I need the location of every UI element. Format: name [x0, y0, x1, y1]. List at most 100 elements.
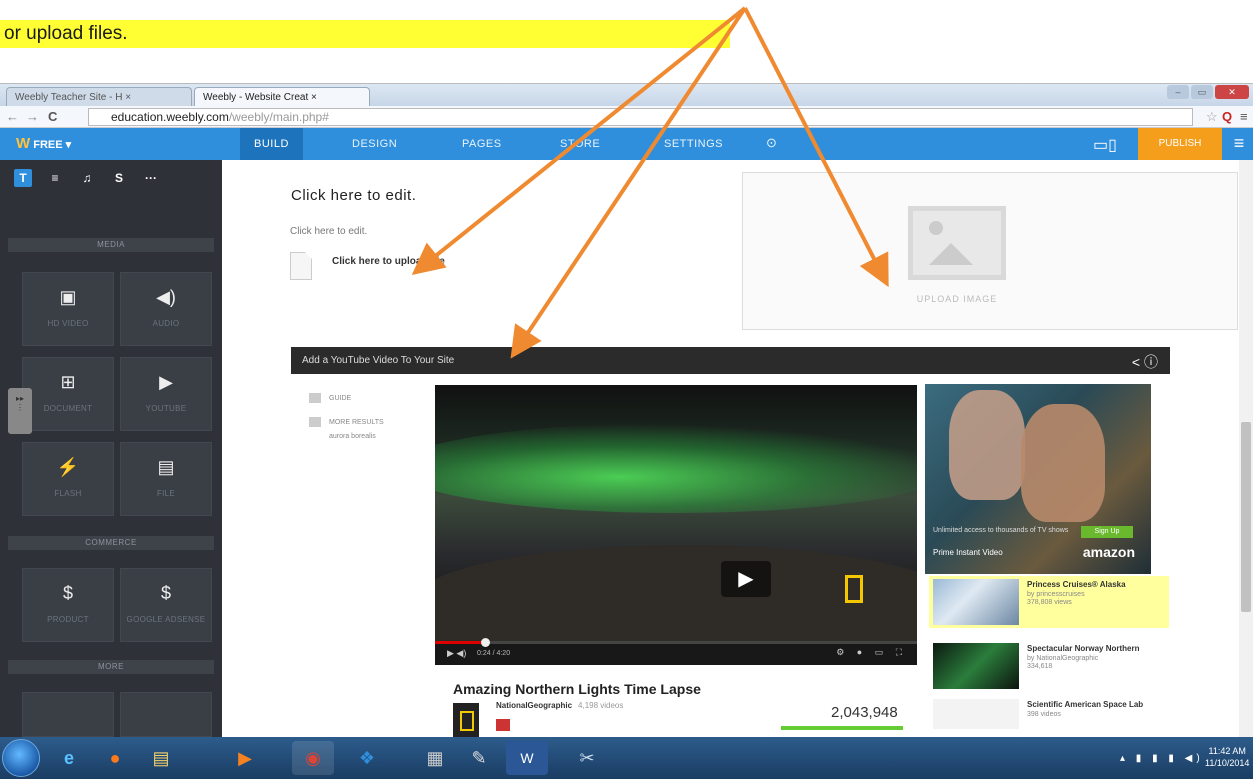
youtube-embed-header[interactable]: Add a YouTube Video To Your Site < ⓘ — [291, 347, 1170, 374]
related-video[interactable]: Princess Cruises® Alaska by princesscrui… — [929, 576, 1169, 628]
system-tray-icons[interactable]: ▴ ▮ ▮ ▮ ◀) — [1120, 753, 1204, 764]
internet-explorer-icon[interactable]: e — [48, 741, 90, 775]
document-element[interactable]: ⊞ DOCUMENT — [22, 357, 114, 431]
sidebar-collapse-handle[interactable]: ▸▸ ⋮ — [8, 388, 32, 434]
more-results-item[interactable]: MORE RESULTS aurora borealis — [309, 416, 384, 444]
browser-tab-teacher-site[interactable]: Weebly Teacher Site - H × — [6, 87, 192, 106]
channel-name[interactable]: NationalGeographic 4,198 videos — [496, 701, 623, 710]
page-paragraph[interactable]: Click here to edit. — [290, 226, 367, 237]
forward-icon[interactable]: → — [26, 109, 39, 124]
audio-element[interactable]: ◀) AUDIO — [120, 272, 212, 346]
channel-avatar[interactable] — [453, 703, 479, 737]
file-upload-icon[interactable] — [290, 252, 312, 280]
play-button-icon[interactable]: ▶ — [721, 561, 771, 597]
ad-image — [1021, 404, 1105, 522]
video-player[interactable]: ▶ ▶ ◀) 0:24 / 4:20 ⚙ ● ▭ ⛶ — [435, 385, 917, 665]
hamburger-menu-icon[interactable]: ≡ — [1225, 128, 1253, 160]
close-icon[interactable]: ✕ — [1215, 85, 1249, 99]
view-count: 2,043,948 — [831, 704, 898, 721]
browser-menu-icon[interactable]: ≡ — [1240, 109, 1248, 124]
instruction-caption: or upload files. — [0, 0, 1253, 48]
tab-design[interactable]: DESIGN — [352, 138, 397, 150]
ad-prime: Prime Instant Video — [933, 548, 1003, 557]
tab-label: Weebly Teacher Site - H — [15, 92, 123, 103]
tile-label: YOUTUBE — [145, 404, 187, 413]
paint-icon[interactable]: ✎ — [458, 741, 500, 775]
help-icon[interactable]: ⊙ — [766, 135, 777, 151]
video-progress-bar[interactable] — [435, 638, 917, 647]
aurora-image — [435, 423, 917, 513]
related-video[interactable]: Spectacular Norway Northern by NationalG… — [929, 640, 1169, 692]
hd-video-element[interactable]: ▣ HD VIDEO — [22, 272, 114, 346]
text-category-icon[interactable]: T — [14, 169, 32, 187]
more-category-icon[interactable]: ··· — [142, 169, 160, 187]
file-explorer-icon[interactable]: ▤ — [140, 741, 182, 775]
back-icon[interactable]: ← — [6, 109, 19, 124]
clock-time: 11:42 AM — [1208, 746, 1246, 756]
google-adsense-icon: $ — [160, 583, 171, 603]
media-player-icon[interactable]: ▶ — [224, 741, 266, 775]
player-settings-icons[interactable]: ⚙ ● ▭ ⛶ — [836, 647, 907, 658]
weebly-topbar: W FREE ▾ BUILD DESIGN PAGES STORE SETTIN… — [0, 128, 1253, 160]
file-element[interactable]: ▤ FILE — [120, 442, 212, 516]
app-icon[interactable]: ▦ — [414, 741, 456, 775]
taskbar-clock[interactable]: 11:42 AM 11/10/2014 — [1205, 745, 1249, 769]
image-upload-placeholder[interactable]: UPLOAD IMAGE — [742, 172, 1238, 330]
minimize-icon[interactable]: – — [1167, 85, 1189, 99]
subscribe-button[interactable] — [496, 719, 510, 731]
chrome-icon[interactable]: ◉ — [292, 741, 334, 775]
firefox-icon[interactable]: ● — [94, 741, 136, 775]
bookmark-star-icon[interactable]: ☆ — [1206, 109, 1218, 125]
video-title[interactable]: Amazing Northern Lights Time Lapse — [453, 681, 701, 697]
page-heading[interactable]: Click here to edit. — [291, 187, 416, 204]
word-icon[interactable]: W — [506, 741, 548, 775]
window-controls: – ▭ ✕ — [1167, 85, 1249, 99]
tab-build[interactable]: BUILD — [240, 128, 303, 160]
flash-element[interactable]: ⚡ FLASH — [22, 442, 114, 516]
media-category-icon[interactable]: ♫ — [78, 169, 96, 187]
related-title: Princess Cruises® Alaska — [1027, 580, 1126, 589]
file-upload-link[interactable]: Click here to upload file — [332, 256, 445, 267]
google-adsense-element[interactable]: $ GOOGLE ADSENSE — [120, 568, 212, 642]
device-preview-icon[interactable]: ▭▯ — [1093, 135, 1117, 155]
tab-pages[interactable]: PAGES — [462, 138, 502, 150]
weebly-plan-menu[interactable]: W FREE ▾ — [16, 135, 71, 152]
youtube-element[interactable]: ▶ YOUTUBE — [120, 357, 212, 431]
url-field[interactable]: education.weebly.com/weebly/main.php# — [88, 108, 1193, 126]
tab-settings[interactable]: SETTINGS — [664, 138, 723, 150]
ad-signup-button[interactable]: Sign Up — [1081, 526, 1133, 538]
amazon-ad[interactable]: Unlimited access to thousands of TV show… — [925, 384, 1151, 574]
guide-icon — [309, 393, 321, 404]
related-by: by NationalGeographic — [1027, 655, 1099, 662]
commerce-category-icon[interactable]: S — [110, 169, 128, 187]
caption-text: or upload files. — [4, 23, 128, 44]
maximize-icon[interactable]: ▭ — [1191, 85, 1213, 99]
start-button-icon[interactable] — [2, 739, 40, 777]
channel-label: NationalGeographic — [496, 701, 573, 710]
more-element-partial[interactable] — [22, 692, 114, 737]
tab-store[interactable]: STORE — [560, 138, 600, 150]
dropbox-icon[interactable]: ❖ — [346, 741, 388, 775]
caption-highlight: or upload files. — [0, 20, 730, 48]
browser-tab-bar: Weebly Teacher Site - H × Weebly - Websi… — [0, 84, 1253, 106]
related-thumbnail — [933, 643, 1019, 689]
hd-video-icon: ▣ — [59, 287, 77, 307]
canvas-scrollbar[interactable] — [1239, 160, 1253, 737]
product-element[interactable]: $ PRODUCT — [22, 568, 114, 642]
url-path: /weebly/main.php# — [228, 110, 329, 124]
progress-handle[interactable] — [481, 638, 491, 647]
scrollbar-thumb[interactable] — [1241, 422, 1251, 612]
more-element-partial[interactable] — [120, 692, 212, 737]
upload-image-label: UPLOAD IMAGE — [916, 294, 998, 304]
play-pause-icon[interactable]: ▶ ◀) — [447, 648, 466, 659]
guide-item[interactable]: GUIDE — [309, 392, 384, 406]
reload-icon[interactable]: C — [48, 109, 57, 124]
related-video[interactable]: Scientific American Space Lab 398 videos — [929, 696, 1169, 736]
layout-category-icon[interactable]: ≡ — [46, 169, 64, 187]
browser-tab-weebly[interactable]: Weebly - Website Creat × — [194, 87, 370, 106]
snipping-tool-icon[interactable]: ✂ — [566, 741, 608, 775]
publish-button[interactable]: PUBLISH — [1138, 128, 1222, 160]
share-info-icons[interactable]: < ⓘ — [1132, 352, 1158, 372]
related-title: Spectacular Norway Northern — [1027, 644, 1140, 653]
extension-icon[interactable]: Q — [1222, 109, 1232, 124]
